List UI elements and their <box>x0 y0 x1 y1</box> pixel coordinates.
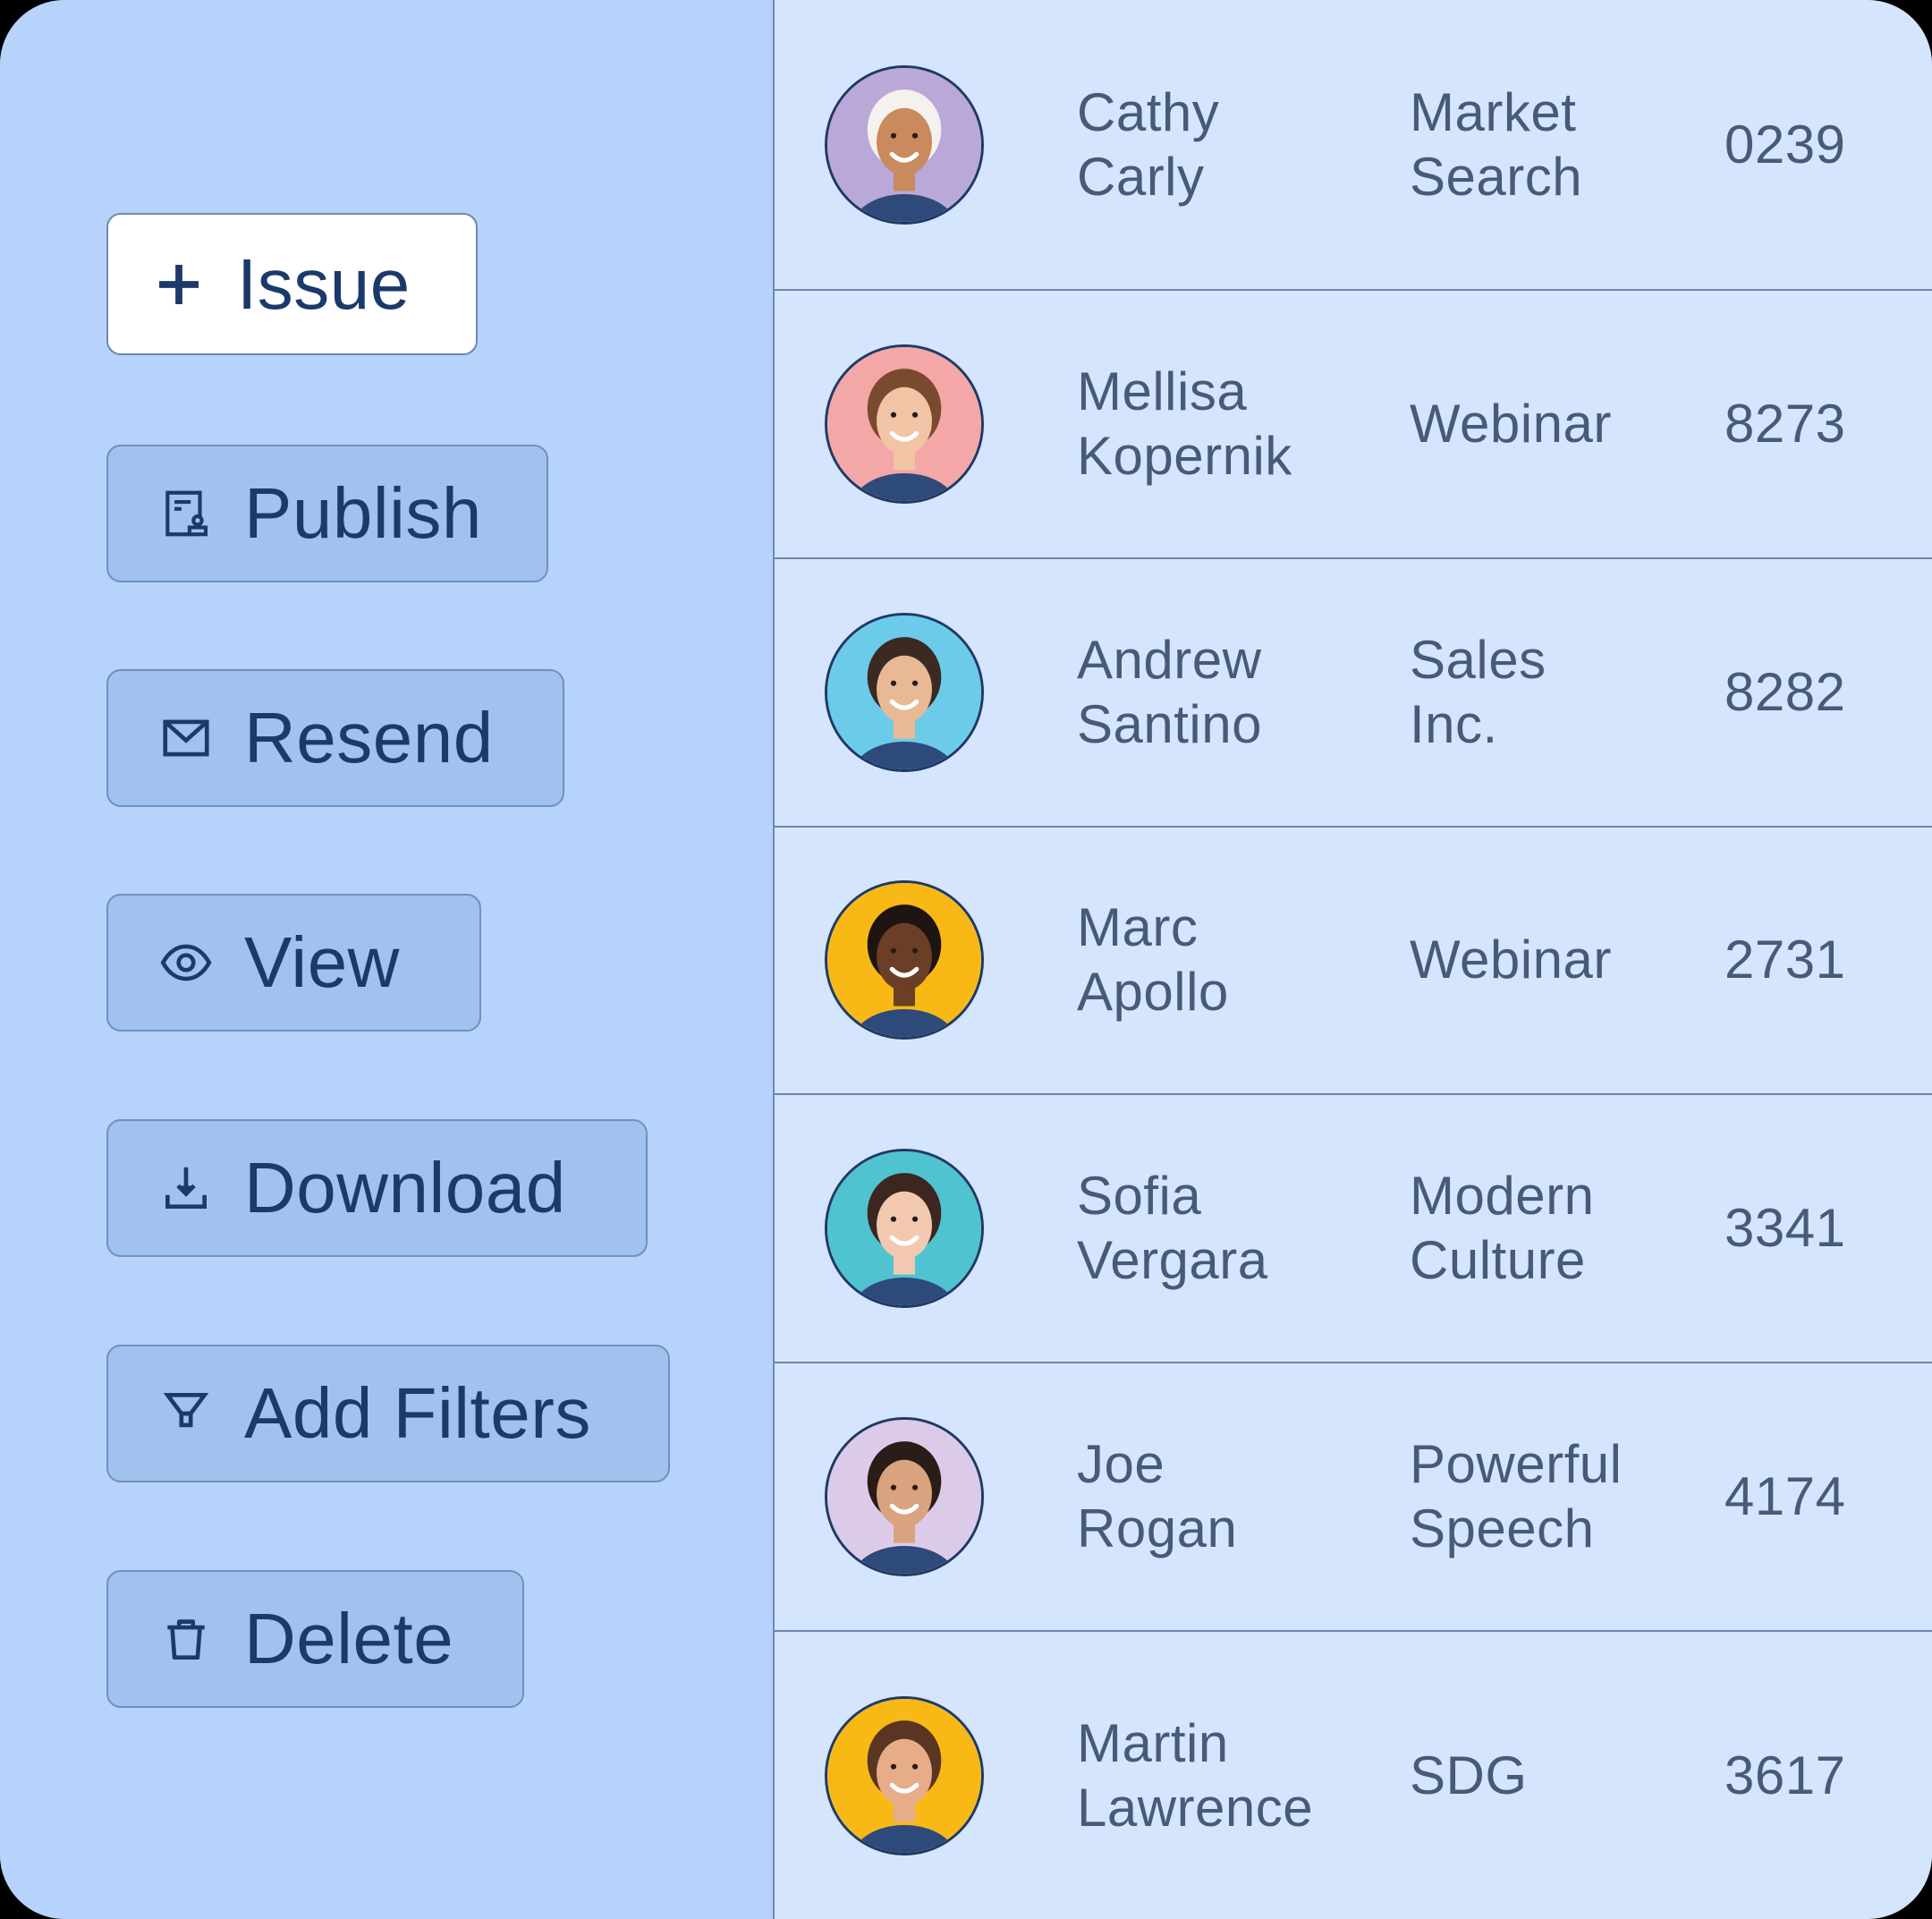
person-avatar-icon <box>827 67 981 222</box>
download-button[interactable]: Download <box>106 1119 648 1257</box>
person-avatar-icon <box>827 883 981 1037</box>
first-name: Cathy <box>1077 81 1220 142</box>
contact-name: Mellisa Kopernik <box>1077 360 1292 488</box>
event-name: Powerful Speech <box>1410 1432 1622 1561</box>
event-name: Modern Culture <box>1410 1164 1594 1293</box>
event-name: SDG <box>1410 1744 1528 1808</box>
add-filters-button[interactable]: Add Filters <box>106 1345 670 1482</box>
person-avatar-icon <box>827 347 981 501</box>
first-name: Marc <box>1077 897 1199 957</box>
contact-name: Joe Rogan <box>1077 1432 1237 1561</box>
event-name: Webinar <box>1410 928 1612 992</box>
contact-name: Andrew Santino <box>1077 628 1262 757</box>
contact-name: Marc Apollo <box>1077 896 1229 1024</box>
event-line-2: Culture <box>1410 1230 1586 1290</box>
table-row[interactable]: Cathy Carly Market Search 0239 <box>775 0 1932 291</box>
table-row[interactable]: Joe Rogan Powerful Speech 4174 <box>775 1363 1932 1632</box>
event-line-2: Search <box>1410 146 1583 207</box>
issue-label: Issue <box>237 243 411 324</box>
event-line-2: Speech <box>1410 1499 1595 1558</box>
event-line-1: Webinar <box>1410 394 1612 454</box>
contact-code: 4174 <box>1724 1466 1846 1526</box>
contact-name: Sofia Vergara <box>1077 1164 1268 1293</box>
avatar <box>825 880 984 1040</box>
mail-icon <box>158 710 214 766</box>
event-line-2: Inc. <box>1410 694 1498 754</box>
event-name: Market Search <box>1410 81 1582 209</box>
first-name: Sofia <box>1077 1166 1202 1226</box>
actions-panel: Issue Publish Resend View Download Add F… <box>0 0 773 1919</box>
publish-document-icon <box>158 486 214 541</box>
event-line-1: Sales <box>1410 630 1546 690</box>
first-name: Martin <box>1077 1712 1229 1773</box>
avatar <box>825 1149 984 1308</box>
resend-button[interactable]: Resend <box>106 669 564 807</box>
last-name: Kopernik <box>1077 426 1292 486</box>
contact-code: 3617 <box>1724 1745 1846 1805</box>
last-name: Apollo <box>1077 962 1229 1022</box>
contact-code: 2731 <box>1724 930 1846 989</box>
contact-code: 8273 <box>1724 394 1846 454</box>
last-name: Santino <box>1077 694 1262 754</box>
download-label: Download <box>244 1148 566 1227</box>
event-line-1: Market <box>1410 81 1577 142</box>
table-row[interactable]: Sofia Vergara Modern Culture 3341 <box>775 1095 1932 1363</box>
contact-name: Martin Lawrence <box>1077 1711 1313 1840</box>
contacts-table: Cathy Carly Market Search 0239 Mellisa K… <box>773 0 1932 1919</box>
table-row[interactable]: Marc Apollo Webinar 2731 <box>775 827 1932 1095</box>
add-filters-label: Add Filters <box>244 1373 591 1453</box>
person-avatar-icon <box>827 1420 981 1574</box>
resend-label: Resend <box>244 698 494 777</box>
event-line-1: SDG <box>1410 1745 1528 1805</box>
first-name: Andrew <box>1077 630 1262 690</box>
publish-button[interactable]: Publish <box>106 445 548 582</box>
contacts-card: Issue Publish Resend View Download Add F… <box>0 0 1932 1919</box>
contact-code: 0239 <box>1724 114 1846 174</box>
avatar <box>825 613 984 772</box>
eye-icon <box>158 935 214 990</box>
person-avatar-icon <box>827 1151 981 1305</box>
issue-button[interactable]: Issue <box>106 213 478 355</box>
event-line-1: Modern <box>1410 1166 1595 1226</box>
first-name: Mellisa <box>1077 361 1248 421</box>
avatar <box>825 1417 984 1576</box>
person-avatar-icon <box>827 616 981 769</box>
table-row[interactable]: Martin Lawrence SDG 3617 <box>775 1632 1932 1919</box>
contact-name: Cathy Carly <box>1077 81 1219 209</box>
last-name: Vergara <box>1077 1230 1268 1290</box>
last-name: Carly <box>1077 146 1205 207</box>
avatar <box>825 344 984 504</box>
contact-code: 3341 <box>1724 1198 1846 1258</box>
first-name: Joe <box>1077 1434 1165 1494</box>
plus-icon <box>151 257 207 312</box>
event-line-1: Webinar <box>1410 930 1612 989</box>
avatar <box>825 1695 984 1855</box>
last-name: Lawrence <box>1077 1777 1314 1838</box>
publish-label: Publish <box>244 473 482 553</box>
contact-code: 8282 <box>1724 662 1846 722</box>
filter-icon <box>158 1386 214 1441</box>
view-label: View <box>244 922 400 1002</box>
event-name: Sales Inc. <box>1410 628 1546 757</box>
event-name: Webinar <box>1410 392 1612 456</box>
delete-label: Delete <box>244 1599 454 1678</box>
table-row[interactable]: Andrew Santino Sales Inc. 8282 <box>775 559 1932 828</box>
view-button[interactable]: View <box>106 894 481 1032</box>
delete-button[interactable]: Delete <box>106 1570 524 1708</box>
last-name: Rogan <box>1077 1499 1238 1558</box>
table-row[interactable]: Mellisa Kopernik Webinar 8273 <box>775 291 1932 559</box>
trash-icon <box>158 1611 214 1667</box>
download-icon <box>158 1160 214 1216</box>
event-line-1: Powerful <box>1410 1434 1623 1494</box>
avatar <box>825 64 984 225</box>
person-avatar-icon <box>827 1698 981 1853</box>
